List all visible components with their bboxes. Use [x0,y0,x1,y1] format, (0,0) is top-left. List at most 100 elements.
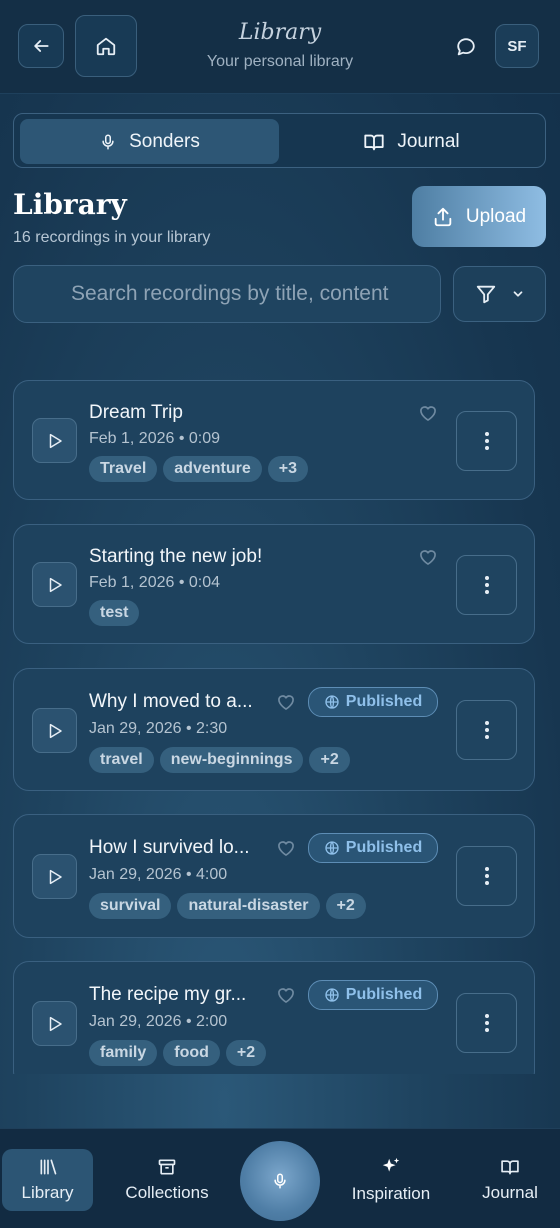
tag-more[interactable]: +2 [225,1040,267,1066]
library-icon [40,1159,56,1175]
recording-meta: Jan 29, 2026 • 4:00 [89,866,228,883]
tag[interactable]: natural-disaster [177,893,320,919]
play-button[interactable] [32,1001,77,1046]
header-title: Library [238,20,322,45]
tag-list: travel new-beginnings +2 [89,747,350,773]
back-button[interactable] [18,24,64,68]
recording-title: Why I moved to a... [89,691,253,712]
globe-icon [325,841,339,855]
mode-segmented-control: Sonders Journal [13,113,546,168]
tag[interactable]: family [89,1040,158,1066]
play-icon [49,869,62,884]
vertical-ellipsis-icon [484,721,489,739]
nav-journal-label: Journal [482,1183,538,1202]
heart-icon[interactable] [417,547,439,567]
microphone-icon [102,134,114,149]
more-options-button[interactable] [456,846,517,906]
play-icon [49,723,62,738]
header-subtitle: Your personal library [206,53,354,70]
filter-funnel-icon [476,285,495,304]
tab-journal[interactable]: Journal [282,119,541,164]
archive-box-icon [158,1159,176,1175]
play-icon [49,1016,62,1031]
more-options-button[interactable] [456,700,517,760]
more-options-button[interactable] [456,411,517,471]
open-book-icon [501,1160,519,1175]
nav-library-label: Library [21,1183,74,1202]
tag[interactable]: travel [89,747,154,773]
tag[interactable]: new-beginnings [159,747,304,773]
tag[interactable]: adventure [163,456,262,482]
upload-button[interactable]: Upload [412,186,546,247]
bottom-navigation: Library Collections Inspiration Journal [0,1128,560,1228]
published-badge: Published [308,980,438,1010]
play-button[interactable] [32,418,77,463]
play-icon [49,577,62,592]
recording-meta: Jan 29, 2026 • 2:30 [89,720,228,737]
user-avatar[interactable]: SF [495,24,539,68]
tag[interactable]: test [89,600,140,626]
tag-more[interactable]: +2 [325,893,366,919]
filter-dropdown[interactable] [453,266,546,322]
tag-list: test [89,600,140,626]
tag-more[interactable]: +2 [309,747,350,773]
globe-icon [325,695,339,709]
published-badge: Published [308,833,438,863]
top-header: Library Your personal library SF [0,0,560,94]
upload-label: Upload [465,205,527,227]
published-badge: Published [308,687,438,717]
tab-sonders[interactable]: Sonders [20,119,279,164]
recording-card[interactable]: How I survived lo... Jan 29, 2026 • 4:00… [13,814,535,938]
recording-title: How I survived lo... [89,837,250,858]
tag-list: survival natural-disaster +2 [89,893,366,919]
back-arrow-icon [34,40,49,52]
chat-button[interactable] [453,34,479,60]
record-button[interactable] [240,1141,320,1221]
play-button[interactable] [32,708,77,753]
sparkles-icon [382,1157,400,1172]
page-title: Library [13,188,127,221]
globe-icon [325,988,339,1002]
published-label: Published [345,693,423,710]
vertical-ellipsis-icon [484,1014,489,1032]
heart-icon[interactable] [275,985,297,1005]
home-icon [96,37,116,56]
tab-journal-label: Journal [397,130,460,152]
published-label: Published [345,986,423,1003]
microphone-icon [274,1173,286,1189]
recording-card[interactable]: Why I moved to a... Jan 29, 2026 • 2:30 … [13,668,535,791]
search-input[interactable] [13,265,441,323]
recording-meta: Feb 1, 2026 • 0:04 [89,574,221,591]
recordings-count: 16 recordings in your library [13,229,211,246]
recording-title: Starting the new job! [89,546,263,567]
nav-collections[interactable]: Collections [112,1149,222,1211]
nav-journal[interactable]: Journal [470,1149,550,1211]
play-button[interactable] [32,854,77,899]
more-options-button[interactable] [456,993,517,1053]
heart-icon[interactable] [275,838,297,858]
tab-sonders-label: Sonders [129,130,200,152]
heart-icon[interactable] [275,692,297,712]
recording-title: Dream Trip [89,402,183,423]
tag-list: Travel adventure +3 [89,456,308,482]
heart-icon[interactable] [417,403,439,423]
recording-card[interactable]: The recipe my gr... Jan 29, 2026 • 2:00 … [13,961,535,1074]
play-button[interactable] [32,562,77,607]
more-options-button[interactable] [456,555,517,615]
tag-more[interactable]: +3 [267,456,308,482]
nav-inspiration[interactable]: Inspiration [340,1149,442,1211]
tag[interactable]: Travel [89,456,158,482]
tag[interactable]: survival [89,893,172,919]
nav-library[interactable]: Library [2,1149,93,1211]
open-book-icon [364,134,384,150]
recordings-list: Dream Trip Feb 1, 2026 • 0:09 Travel adv… [13,380,535,1074]
published-label: Published [345,839,423,856]
recording-card[interactable]: Starting the new job! Feb 1, 2026 • 0:04… [13,524,535,644]
tag[interactable]: food [163,1040,220,1066]
home-button[interactable] [75,15,137,77]
chat-bubble-icon [457,38,475,56]
vertical-ellipsis-icon [484,576,489,594]
recording-meta: Jan 29, 2026 • 2:00 [89,1013,228,1030]
tag-list: family food +2 [89,1040,267,1066]
recording-card[interactable]: Dream Trip Feb 1, 2026 • 0:09 Travel adv… [13,380,535,500]
